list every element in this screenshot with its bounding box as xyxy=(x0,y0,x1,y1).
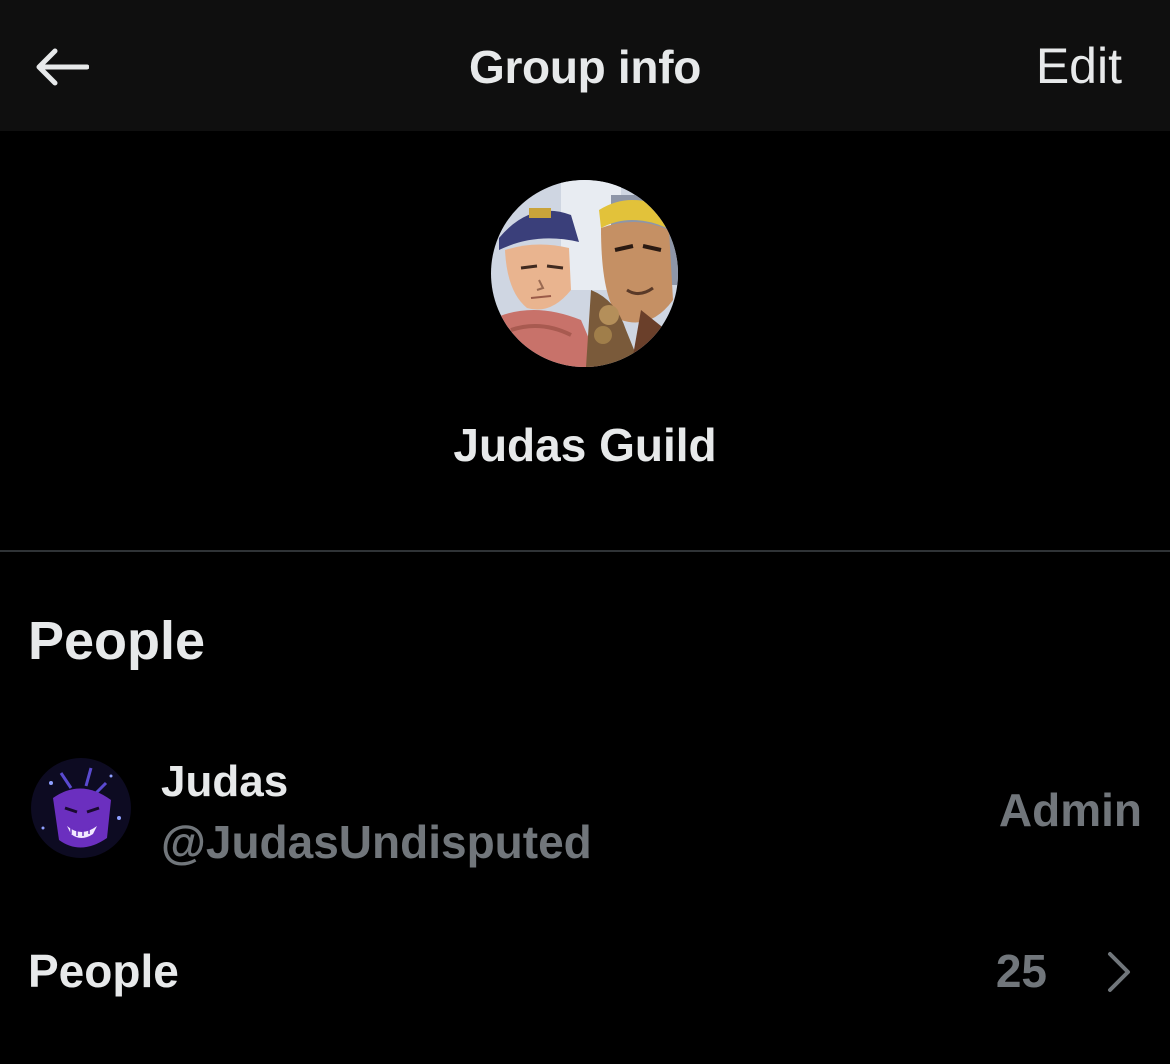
group-avatar-image xyxy=(491,180,678,367)
people-section-heading: People xyxy=(28,611,206,671)
people-count-row[interactable]: People 25 xyxy=(0,920,1170,1020)
top-navigation-bar: Group info Edit xyxy=(0,0,1170,131)
page-title: Group info xyxy=(468,41,702,93)
group-name: Judas Guild xyxy=(453,419,717,471)
group-avatar[interactable] xyxy=(491,180,678,367)
section-divider xyxy=(0,550,1170,552)
member-name: Judas xyxy=(161,757,289,806)
purple-character-avatar xyxy=(31,758,131,858)
member-avatar xyxy=(31,758,131,858)
people-count: 25 xyxy=(995,945,1047,997)
people-row-label: People xyxy=(28,945,179,997)
member-handle: @JudasUndisputed xyxy=(161,816,592,868)
member-row[interactable]: Judas @JudasUndisputed Admin xyxy=(0,745,1170,875)
edit-button[interactable]: Edit xyxy=(1036,37,1122,95)
chevron-right-icon xyxy=(1108,952,1130,992)
member-role-badge: Admin xyxy=(998,784,1142,836)
